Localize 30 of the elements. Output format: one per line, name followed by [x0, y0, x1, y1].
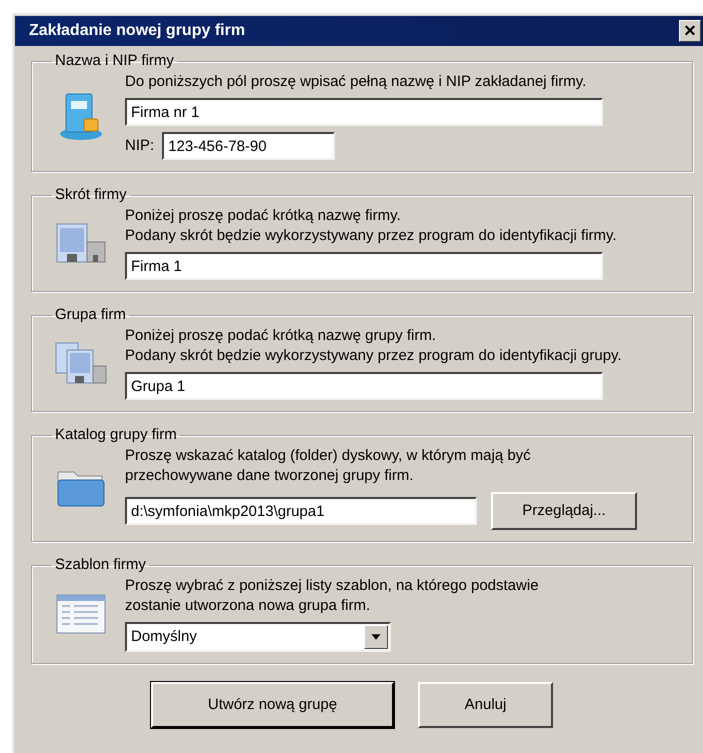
description-text: Do poniższych pól proszę wpisać pełną nazwę i NIP zakładanej firmy. — [125, 72, 588, 92]
group-title: Katalog grupy firm — [54, 426, 178, 444]
close-button[interactable]: × — [679, 20, 701, 42]
create-group-button[interactable]: Utwórz nową grupę — [151, 682, 394, 728]
description-text: zostanie utworzona nowa grupa firm. — [125, 596, 372, 616]
path-field[interactable]: d:\symfonia\mkp2013\grupa1 — [125, 497, 477, 525]
cancel-button[interactable]: Anuluj — [418, 682, 553, 728]
template-dropdown[interactable]: Domyślny — [125, 622, 391, 652]
text-field[interactable]: Grupa 1 — [125, 372, 603, 400]
description-text: Proszę wskazać katalog (folder) dyskowy, w którym mają być — [125, 446, 532, 466]
group-title: Grupa firm — [54, 306, 127, 324]
group-title: Skrót firmy — [54, 186, 128, 204]
description-text: Podany skrót będzie wykorzystywany przez program do identyfikacji firmy. — [125, 226, 617, 246]
description-text: Podany skrót będzie wykorzystywany przez program do identyfikacji grupy. — [125, 346, 622, 366]
browse-button[interactable]: Przeglądaj... — [491, 492, 637, 530]
description-text: przechowywane dane tworzonej grupy firm. — [125, 466, 414, 486]
group-title: Nazwa i NIP firmy — [54, 52, 175, 70]
group-title: Szablon firmy — [54, 556, 147, 574]
office-buildings-icon — [55, 342, 107, 384]
description-text: Poniżej proszę podać krótką nazwę firmy. — [125, 206, 402, 226]
address-book-icon — [58, 91, 104, 141]
text-field[interactable]: Firma 1 — [125, 252, 603, 280]
window-title: Zakładanie nowej grupy firm — [29, 21, 246, 41]
description-text: Proszę wybrać z poniższej listy szablon, na którego podstawie — [125, 576, 539, 596]
text-field[interactable]: 123-456-78-90 — [162, 132, 336, 160]
field-label: NIP: — [125, 136, 154, 156]
description-text: Poniżej proszę podać krótką nazwę grupy firm. — [125, 326, 437, 346]
list-window-icon — [56, 594, 106, 634]
office-building-icon — [55, 222, 107, 264]
text-field[interactable]: Firma nr 1 — [125, 98, 603, 126]
